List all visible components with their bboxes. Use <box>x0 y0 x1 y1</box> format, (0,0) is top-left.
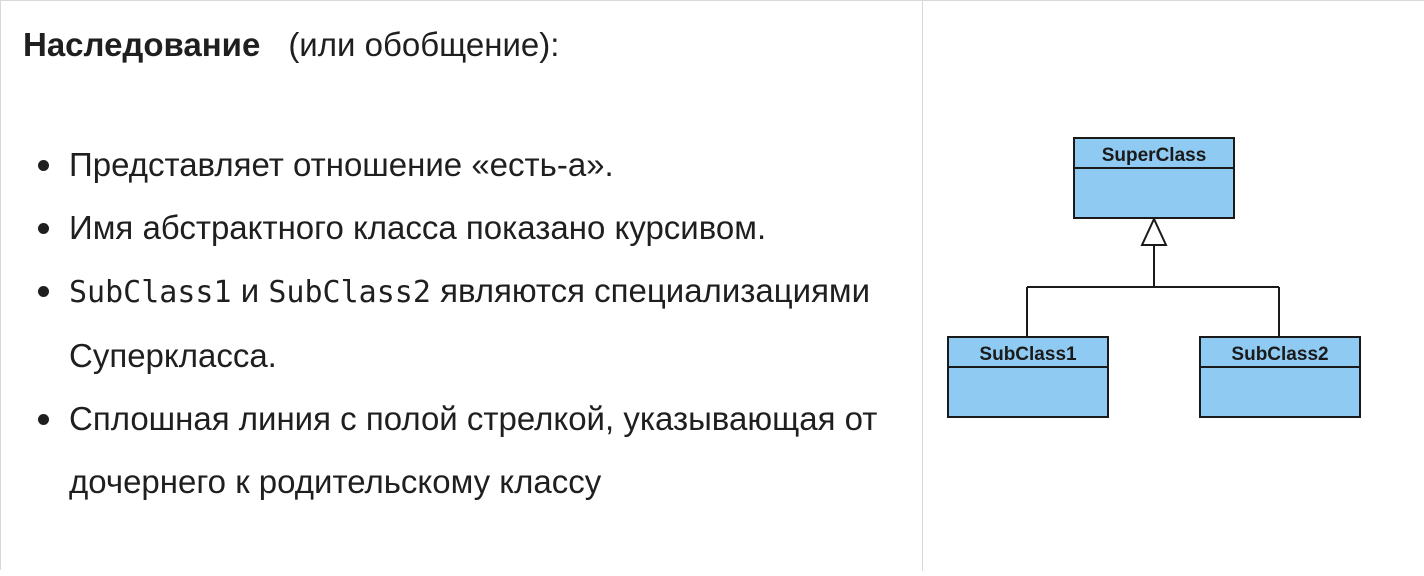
hollow-arrow-icon <box>1140 216 1168 246</box>
list-item-text: Представляет отношение «есть-а». <box>69 146 614 183</box>
heading-bold: Наследование <box>23 26 261 63</box>
heading: Наследование (или обобщение): <box>23 23 559 67</box>
subclass2-box: SubClass2 <box>1199 336 1361 418</box>
bullet-list: Представляет отношение «есть-а». Имя абс… <box>1 133 909 513</box>
heading-rest: (или обобщение): <box>288 26 560 63</box>
list-item: Имя абстрактного класса показано курсиво… <box>38 196 909 259</box>
list-item-text: и <box>231 272 269 309</box>
list-item: Сплошная линия с полой стрелкой, указыва… <box>38 387 909 513</box>
list-item: Представляет отношение «есть-а». <box>38 133 909 196</box>
subclass1-box: SubClass1 <box>947 336 1109 418</box>
code-subclass2: SubClass2 <box>268 275 431 310</box>
superclass-label: SuperClass <box>1102 145 1207 166</box>
uml-inheritance-diagram: SuperClass SubClass1 SubClass2 <box>947 137 1361 418</box>
diagram-cell: SuperClass SubClass1 SubClass2 <box>923 1 1424 571</box>
subclass1-label: SubClass1 <box>979 344 1077 365</box>
content-table: Наследование (или обобщение): Представляе… <box>0 0 1424 571</box>
superclass-box: SuperClass <box>1073 137 1235 219</box>
subclass2-label: SubClass2 <box>1231 344 1328 365</box>
list-item-text: Имя абстрактного класса показано курсиво… <box>69 209 767 246</box>
list-item: SubClass1 и SubClass2 являются специализ… <box>38 259 909 387</box>
inheritance-connector <box>1026 245 1280 336</box>
code-subclass1: SubClass1 <box>69 275 232 310</box>
text-cell: Наследование (или обобщение): Представляе… <box>1 1 923 571</box>
list-item-text: Сплошная линия с полой стрелкой, указыва… <box>69 400 878 500</box>
